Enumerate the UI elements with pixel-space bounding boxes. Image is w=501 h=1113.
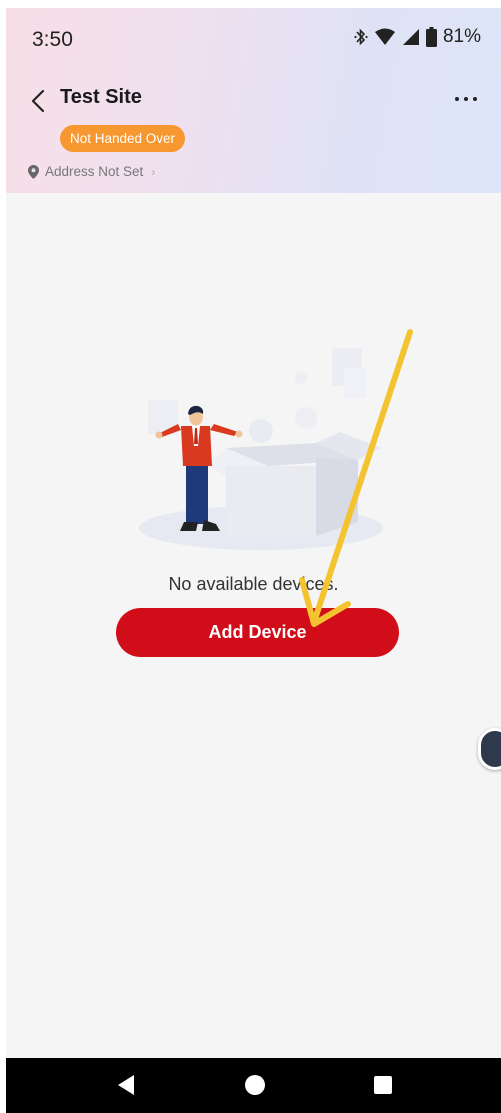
- empty-state-message: No available devices.: [168, 574, 339, 594]
- home-circle-icon[interactable]: [245, 1075, 265, 1095]
- chevron-right-icon: ›: [151, 164, 156, 179]
- add-device-button[interactable]: Add Device: [116, 608, 399, 657]
- chevron-left-icon: [31, 89, 45, 113]
- back-triangle-icon[interactable]: [118, 1075, 134, 1095]
- address-link[interactable]: Address Not Set ›: [28, 164, 155, 179]
- recents-square-icon[interactable]: [374, 1076, 392, 1094]
- wifi-icon: [374, 28, 395, 45]
- address-text: Address Not Set: [45, 164, 144, 179]
- page-title: Test Site: [60, 86, 142, 108]
- more-options-button[interactable]: [451, 86, 481, 112]
- handover-status-badge: Not Handed Over: [60, 125, 186, 152]
- back-button[interactable]: [26, 86, 50, 116]
- battery-icon: [425, 27, 437, 47]
- more-horizontal-icon: [455, 97, 459, 101]
- status-icons: 81%: [354, 26, 481, 48]
- location-pin-icon: [28, 164, 39, 179]
- empty-box-illustration: [139, 348, 383, 550]
- bluetooth-icon: [354, 28, 368, 46]
- signal-icon: [402, 29, 419, 45]
- battery-percent: 81%: [442, 26, 481, 47]
- floating-assistant-button[interactable]: [478, 728, 501, 770]
- system-navigation-bar: [6, 1058, 501, 1113]
- status-time: 3:50: [32, 28, 73, 51]
- app-screen: 3:50 81% Test Site Not Handed Over Addre…: [6, 8, 501, 1058]
